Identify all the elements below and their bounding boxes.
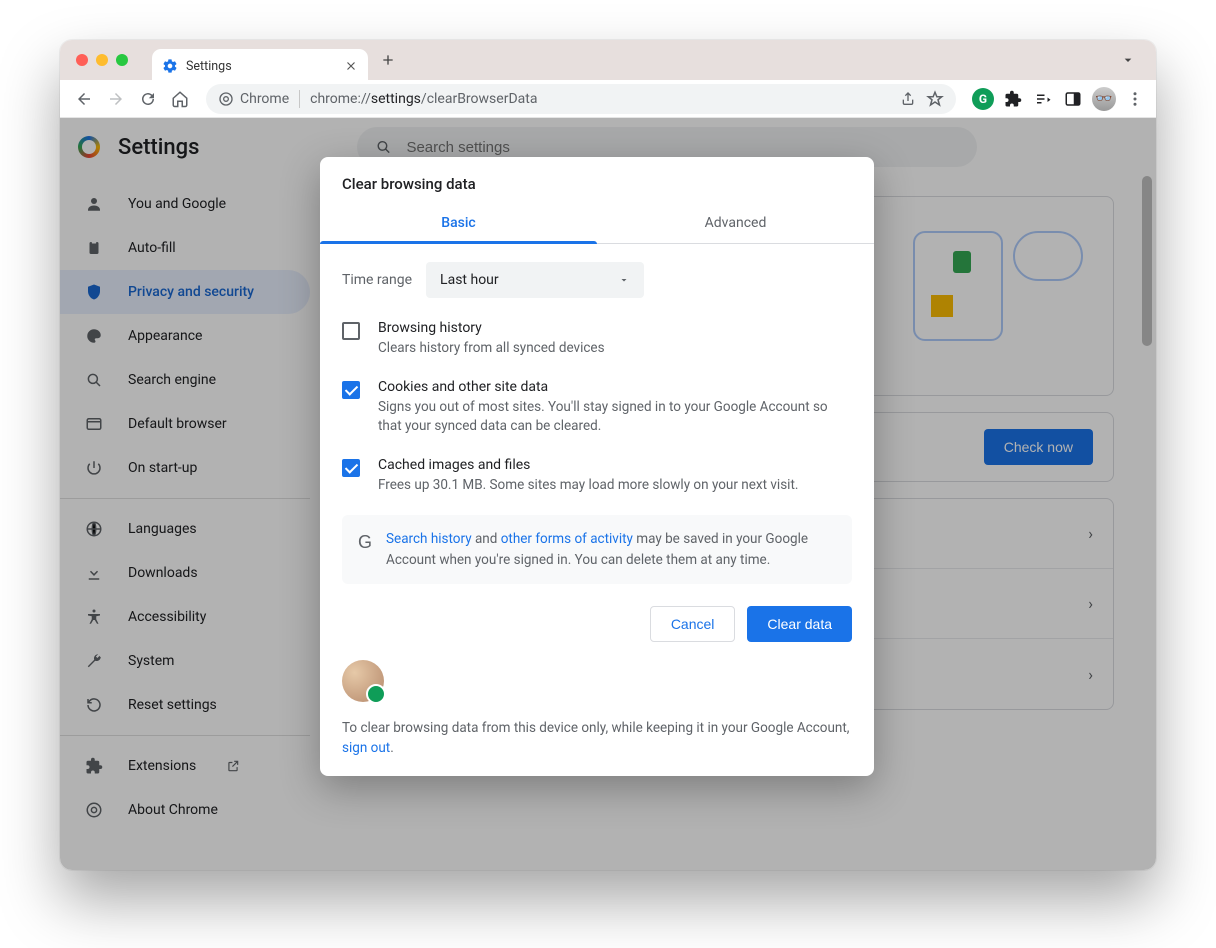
- option-subtitle: Clears history from all synced devices: [378, 339, 605, 359]
- tab-advanced[interactable]: Advanced: [597, 203, 874, 243]
- option-subtitle: Frees up 30.1 MB. Some sites may load mo…: [378, 476, 798, 496]
- chrome-icon: [218, 91, 234, 107]
- site-chip-label: Chrome: [240, 91, 289, 107]
- other-activity-link[interactable]: other forms of activity: [501, 531, 633, 547]
- minimize-window-button[interactable]: [96, 54, 108, 66]
- cancel-button[interactable]: Cancel: [650, 606, 736, 642]
- clear-browsing-data-dialog: Clear browsing data Basic Advanced Time …: [320, 157, 874, 776]
- dialog-title: Clear browsing data: [320, 157, 874, 203]
- tab-basic[interactable]: Basic: [320, 203, 597, 243]
- option-title: Cached images and files: [378, 457, 798, 473]
- dialog-actions: Cancel Clear data: [320, 592, 874, 642]
- time-range-value: Last hour: [440, 272, 499, 288]
- address-bar[interactable]: Chrome chrome://settings/clearBrowserDat…: [206, 84, 956, 114]
- option-cookies[interactable]: Cookies and other site data Signs you ou…: [342, 379, 852, 437]
- toolbar-extensions: G 👓: [972, 87, 1146, 111]
- forward-button[interactable]: [102, 85, 130, 113]
- option-title: Cookies and other site data: [378, 379, 852, 395]
- chevron-down-icon: [618, 274, 630, 286]
- profile-avatar: [342, 660, 384, 702]
- option-title: Browsing history: [378, 320, 605, 336]
- window-controls: [76, 54, 128, 66]
- close-window-button[interactable]: [76, 54, 88, 66]
- checkbox-cookies[interactable]: [342, 381, 360, 399]
- share-icon[interactable]: [900, 91, 916, 107]
- extension-grammarly-icon[interactable]: G: [972, 88, 994, 110]
- browser-tab[interactable]: Settings: [152, 49, 368, 83]
- tab-title: Settings: [186, 59, 336, 74]
- kebab-menu-icon[interactable]: [1124, 88, 1146, 110]
- tabs-dropdown-icon[interactable]: [1120, 52, 1136, 68]
- toolbar: Chrome chrome://settings/clearBrowserDat…: [60, 80, 1156, 118]
- time-range-select[interactable]: Last hour: [426, 262, 644, 298]
- sign-out-note: To clear browsing data from this device …: [320, 702, 874, 759]
- reload-button[interactable]: [134, 85, 162, 113]
- settings-gear-icon: [162, 58, 178, 74]
- profile-avatar-icon[interactable]: 👓: [1092, 87, 1116, 111]
- url-text: chrome://settings/clearBrowserData: [310, 91, 537, 107]
- bookmark-star-icon[interactable]: [926, 90, 944, 108]
- checkbox-cache[interactable]: [342, 459, 360, 477]
- clear-data-button[interactable]: Clear data: [747, 606, 852, 642]
- tab-strip: Settings: [60, 40, 1156, 80]
- activity-info-box: G Search history and other forms of acti…: [342, 515, 852, 584]
- browser-window: Settings Chrome chrome://settings/clearB…: [60, 40, 1156, 870]
- google-g-icon: G: [358, 529, 372, 570]
- extensions-puzzle-icon[interactable]: [1002, 88, 1024, 110]
- search-history-link[interactable]: Search history: [386, 531, 472, 547]
- option-cache[interactable]: Cached images and files Frees up 30.1 MB…: [342, 457, 852, 496]
- home-button[interactable]: [166, 85, 194, 113]
- dialog-tabs: Basic Advanced: [320, 203, 874, 244]
- maximize-window-button[interactable]: [116, 54, 128, 66]
- close-tab-icon[interactable]: [344, 59, 358, 73]
- dialog-body: Time range Last hour Browsing history Cl…: [320, 244, 874, 592]
- option-browsing-history[interactable]: Browsing history Clears history from all…: [342, 320, 852, 359]
- checkbox-browsing-history[interactable]: [342, 322, 360, 340]
- activity-info-text: Search history and other forms of activi…: [386, 529, 836, 570]
- content-area: Settings You and Google Auto-fill Pri: [60, 118, 1156, 870]
- time-range-row: Time range Last hour: [342, 262, 852, 298]
- omnibox-divider: [299, 90, 300, 108]
- sign-out-link[interactable]: sign out: [342, 740, 390, 756]
- option-subtitle: Signs you out of most sites. You'll stay…: [378, 398, 852, 437]
- site-chip: Chrome: [218, 91, 289, 107]
- media-controls-icon[interactable]: [1032, 88, 1054, 110]
- side-panel-icon[interactable]: [1062, 88, 1084, 110]
- time-range-label: Time range: [342, 272, 412, 288]
- sync-profile-row: [320, 642, 874, 702]
- back-button[interactable]: [70, 85, 98, 113]
- new-tab-button[interactable]: [380, 52, 396, 68]
